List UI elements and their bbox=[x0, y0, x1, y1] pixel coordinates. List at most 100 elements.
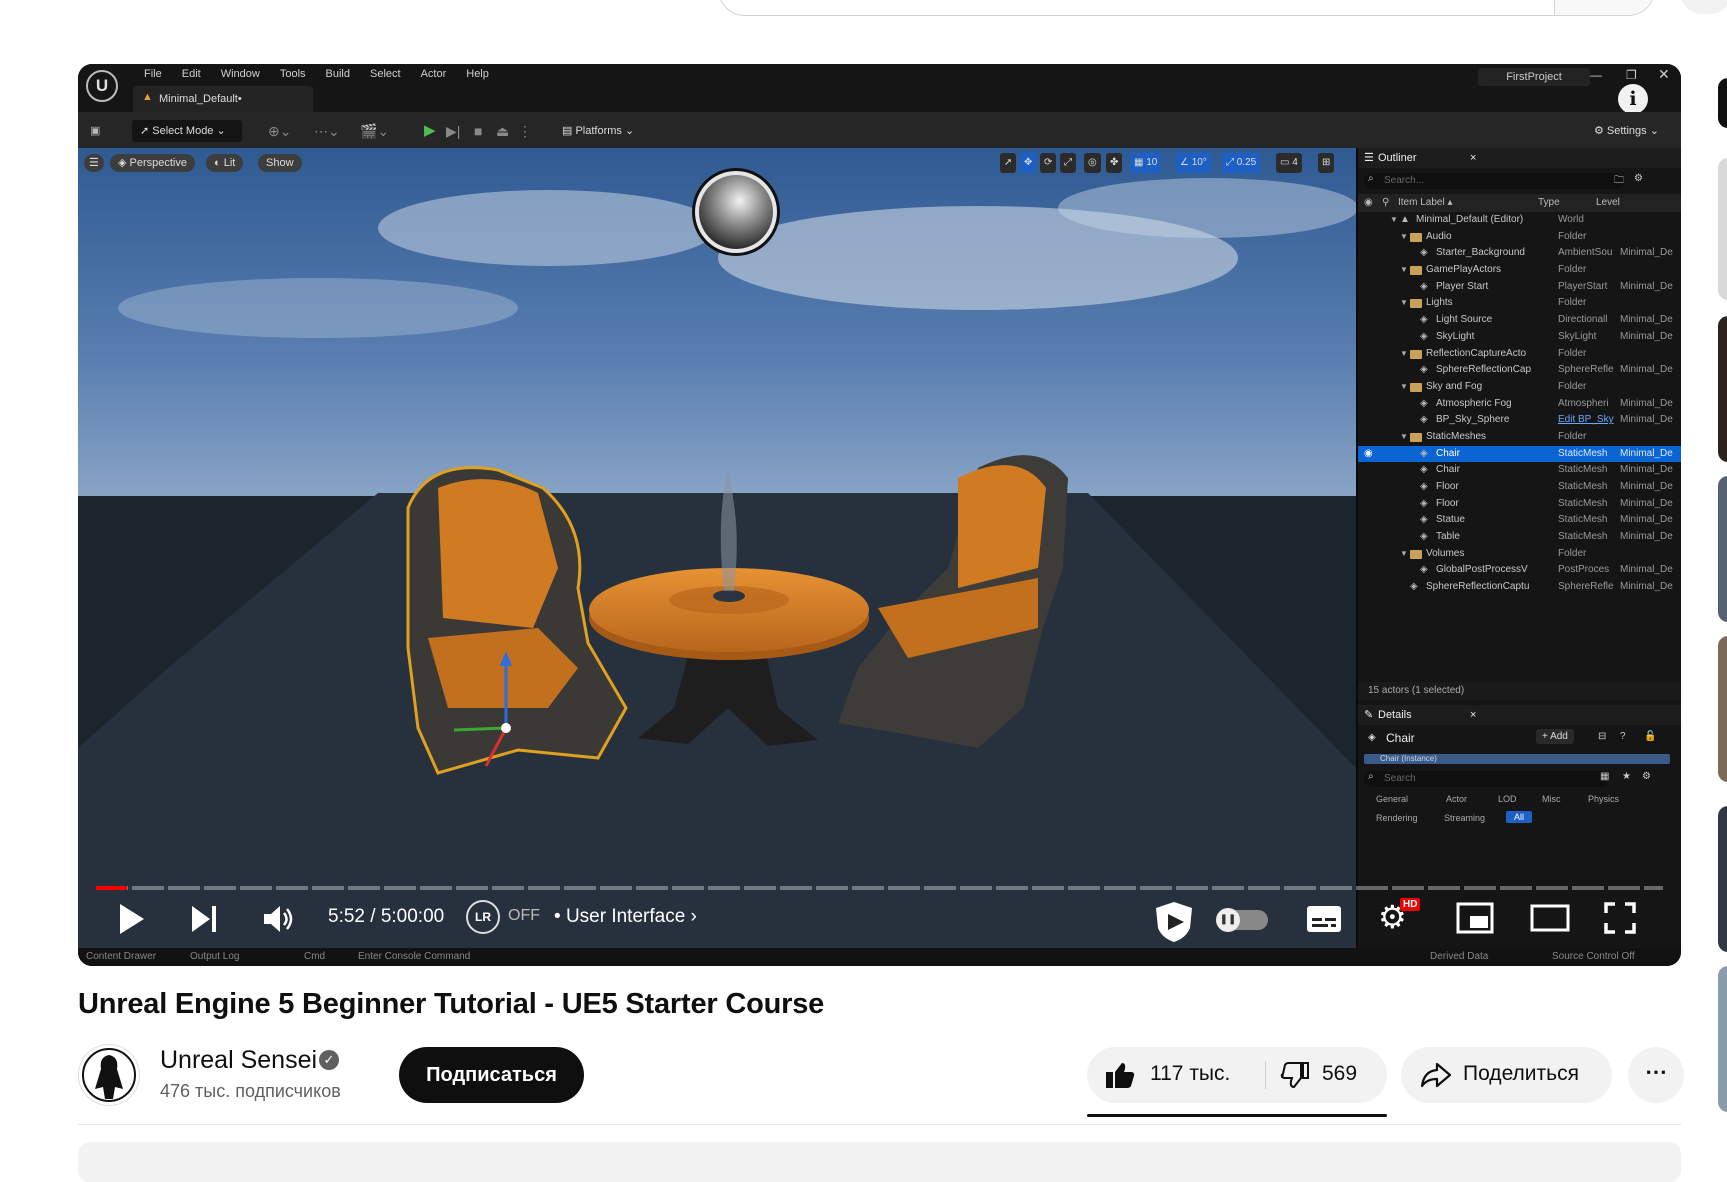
chapter-segment[interactable] bbox=[744, 886, 776, 890]
minimize-icon[interactable]: — bbox=[1590, 68, 1602, 82]
theater-mode-icon[interactable] bbox=[1530, 904, 1570, 932]
expand-arrow-icon[interactable]: ▼ bbox=[1400, 229, 1408, 246]
outliner-row[interactable]: ▼ Lights Folder bbox=[1358, 295, 1681, 312]
top-right-button[interactable] bbox=[1680, 0, 1727, 14]
details-tab[interactable]: ✎ Details × bbox=[1358, 705, 1681, 725]
more-actions-button[interactable]: ⋯ bbox=[1628, 1047, 1684, 1103]
output-log-button[interactable]: Output Log bbox=[190, 948, 239, 966]
chapter-segment[interactable] bbox=[888, 886, 920, 890]
chapter-segment[interactable] bbox=[636, 886, 668, 890]
expand-arrow-icon[interactable]: ▼ bbox=[1400, 429, 1408, 446]
ue-viewport[interactable]: ☰ ◈ Perspective ◐ Lit Show ➚ ✥ ⟳ ⤢ ◎ ✤ ▦… bbox=[78, 148, 1356, 966]
close-tab-icon[interactable]: × bbox=[1470, 148, 1476, 168]
outliner-row[interactable]: ◈ Table StaticMesh Minimal_De bbox=[1358, 529, 1681, 546]
filter-lod[interactable]: LOD bbox=[1498, 794, 1517, 804]
outliner-row[interactable]: ◈ SphereReflectionCaptu SphereRefle Minimal… bbox=[1358, 579, 1681, 596]
close-tab-icon[interactable]: × bbox=[1470, 705, 1476, 725]
chapter-segment[interactable] bbox=[600, 886, 632, 890]
chapter-segment[interactable] bbox=[492, 886, 524, 890]
chapter-segment[interactable] bbox=[1176, 886, 1208, 890]
chapter-segment[interactable] bbox=[1284, 886, 1316, 890]
lr-toggle-state[interactable]: OFF bbox=[508, 907, 540, 925]
col-level[interactable]: Level bbox=[1596, 194, 1620, 212]
outliner-row[interactable]: ◈ Starter_Background AmbientSou Minimal_De bbox=[1358, 245, 1681, 262]
add-actor-icon[interactable]: ⊕⌄ bbox=[268, 120, 291, 142]
chapter-segment[interactable] bbox=[1464, 886, 1496, 890]
cmd-dropdown[interactable]: Cmd bbox=[304, 948, 325, 966]
blueprint-icon[interactable]: ⊟ bbox=[1598, 731, 1606, 742]
outliner-row[interactable]: ◈ Atmospheric Fog Atmospheri Minimal_De bbox=[1358, 396, 1681, 413]
eject-icon[interactable]: ⏏ bbox=[496, 120, 509, 142]
chapter-segment[interactable] bbox=[960, 886, 992, 890]
rotation-snap-toggle[interactable]: ∠ 10° bbox=[1176, 153, 1211, 173]
component-instance-row[interactable]: Chair (Instance) bbox=[1364, 754, 1670, 764]
chapter-segment[interactable] bbox=[1140, 886, 1172, 890]
info-icon[interactable]: i bbox=[1618, 84, 1648, 114]
autoplay-toggle[interactable]: ❚❚ bbox=[1216, 908, 1268, 932]
menu-item[interactable]: Actor bbox=[411, 68, 457, 80]
outliner-row[interactable]: ◈ Light Source Directionall Minimal_De bbox=[1358, 312, 1681, 329]
chapter-segment[interactable] bbox=[1248, 886, 1280, 890]
details-settings-icon[interactable]: ⚙ bbox=[1642, 771, 1651, 782]
outliner-row[interactable]: ◈ SphereReflectionCap SphereRefle Minimal_D… bbox=[1358, 362, 1681, 379]
outliner-row[interactable]: ▼ StaticMeshes Folder bbox=[1358, 429, 1681, 446]
chapter-segment[interactable] bbox=[348, 886, 380, 890]
show-button[interactable]: Show bbox=[258, 154, 302, 172]
expand-arrow-icon[interactable]: ▼ bbox=[1400, 379, 1408, 396]
recommendation-thumb[interactable] bbox=[1718, 476, 1727, 622]
close-icon[interactable]: ✕ bbox=[1658, 66, 1670, 83]
like-button[interactable]: 117 тыс. bbox=[1087, 1047, 1265, 1103]
expand-arrow-icon[interactable]: ▼ bbox=[1400, 546, 1408, 563]
lock-icon[interactable]: 🔓 bbox=[1644, 731, 1656, 742]
help-icon[interactable]: ? bbox=[1620, 731, 1626, 742]
expand-arrow-icon[interactable]: ▼ bbox=[1400, 346, 1408, 363]
outliner-tab[interactable]: ☰ Outliner × bbox=[1358, 148, 1681, 168]
menu-item[interactable]: Build bbox=[316, 68, 360, 80]
outliner-row[interactable]: ◈ Floor StaticMesh Minimal_De bbox=[1358, 496, 1681, 513]
platforms-dropdown[interactable]: ▤ Platforms ⌄ bbox=[562, 120, 634, 142]
chapter-segment[interactable] bbox=[996, 886, 1028, 890]
maximize-viewport-icon[interactable]: ⊞ bbox=[1318, 153, 1335, 173]
chapter-segment[interactable] bbox=[1212, 886, 1244, 890]
subtitles-icon[interactable] bbox=[1306, 904, 1342, 934]
chapter-segment[interactable] bbox=[168, 886, 200, 890]
derived-data-button[interactable]: Derived Data bbox=[1430, 948, 1488, 966]
menu-item[interactable]: Window bbox=[211, 68, 270, 80]
outliner-row[interactable]: ▼ Sky and Fog Folder bbox=[1358, 379, 1681, 396]
channel-name[interactable]: Unreal Sensei bbox=[160, 1046, 317, 1075]
filter-general[interactable]: General bbox=[1376, 794, 1408, 804]
level-tab[interactable]: ▲ Minimal_Default• bbox=[133, 86, 313, 112]
chapter-segment[interactable] bbox=[1356, 886, 1388, 890]
chapter-segment[interactable] bbox=[276, 886, 308, 890]
chapter-segment[interactable] bbox=[420, 886, 452, 890]
console-input[interactable]: Enter Console Command bbox=[358, 948, 470, 966]
chapter-segment[interactable] bbox=[1428, 886, 1460, 890]
recommendation-thumb[interactable] bbox=[1718, 316, 1727, 462]
menu-item[interactable]: Edit bbox=[172, 68, 211, 80]
subscribe-button[interactable]: Подписаться bbox=[399, 1047, 584, 1103]
scale-snap-toggle[interactable]: ⤢ 0.25 bbox=[1222, 153, 1261, 173]
shield-play-icon[interactable] bbox=[1152, 900, 1196, 944]
chapter-segment[interactable] bbox=[672, 886, 704, 890]
chapter-segment[interactable] bbox=[132, 886, 164, 890]
rotate-tool-icon[interactable]: ⟳ bbox=[1040, 153, 1057, 173]
volume-icon[interactable] bbox=[262, 902, 296, 936]
camera-speed-button[interactable]: ▭ 4 bbox=[1276, 153, 1302, 173]
favorite-icon[interactable]: ★ bbox=[1622, 771, 1631, 782]
chapter-segment[interactable] bbox=[456, 886, 488, 890]
scale-tool-icon[interactable]: ⤢ bbox=[1060, 153, 1076, 173]
add-component-button[interactable]: + Add bbox=[1536, 729, 1574, 744]
viewport-menu-icon[interactable]: ☰ bbox=[84, 154, 104, 172]
recommendation-thumb[interactable] bbox=[1718, 78, 1727, 128]
perspective-button[interactable]: ◈ Perspective bbox=[110, 154, 195, 172]
chapter-segment[interactable] bbox=[1104, 886, 1136, 890]
fullscreen-icon[interactable] bbox=[1604, 902, 1636, 934]
recommendation-thumb[interactable] bbox=[1718, 636, 1727, 782]
expand-arrow-icon[interactable]: ▼ bbox=[1400, 295, 1408, 312]
menu-item[interactable]: File bbox=[134, 68, 172, 80]
outliner-row[interactable]: ▼ ▲ Minimal_Default (Editor) World bbox=[1358, 212, 1681, 229]
outliner-search[interactable]: Search... bbox=[1364, 173, 1624, 189]
outliner-row[interactable]: ▼ GamePlayActors Folder bbox=[1358, 262, 1681, 279]
move-tool-icon[interactable]: ✥ bbox=[1020, 153, 1037, 173]
details-search[interactable]: Search bbox=[1364, 771, 1609, 787]
